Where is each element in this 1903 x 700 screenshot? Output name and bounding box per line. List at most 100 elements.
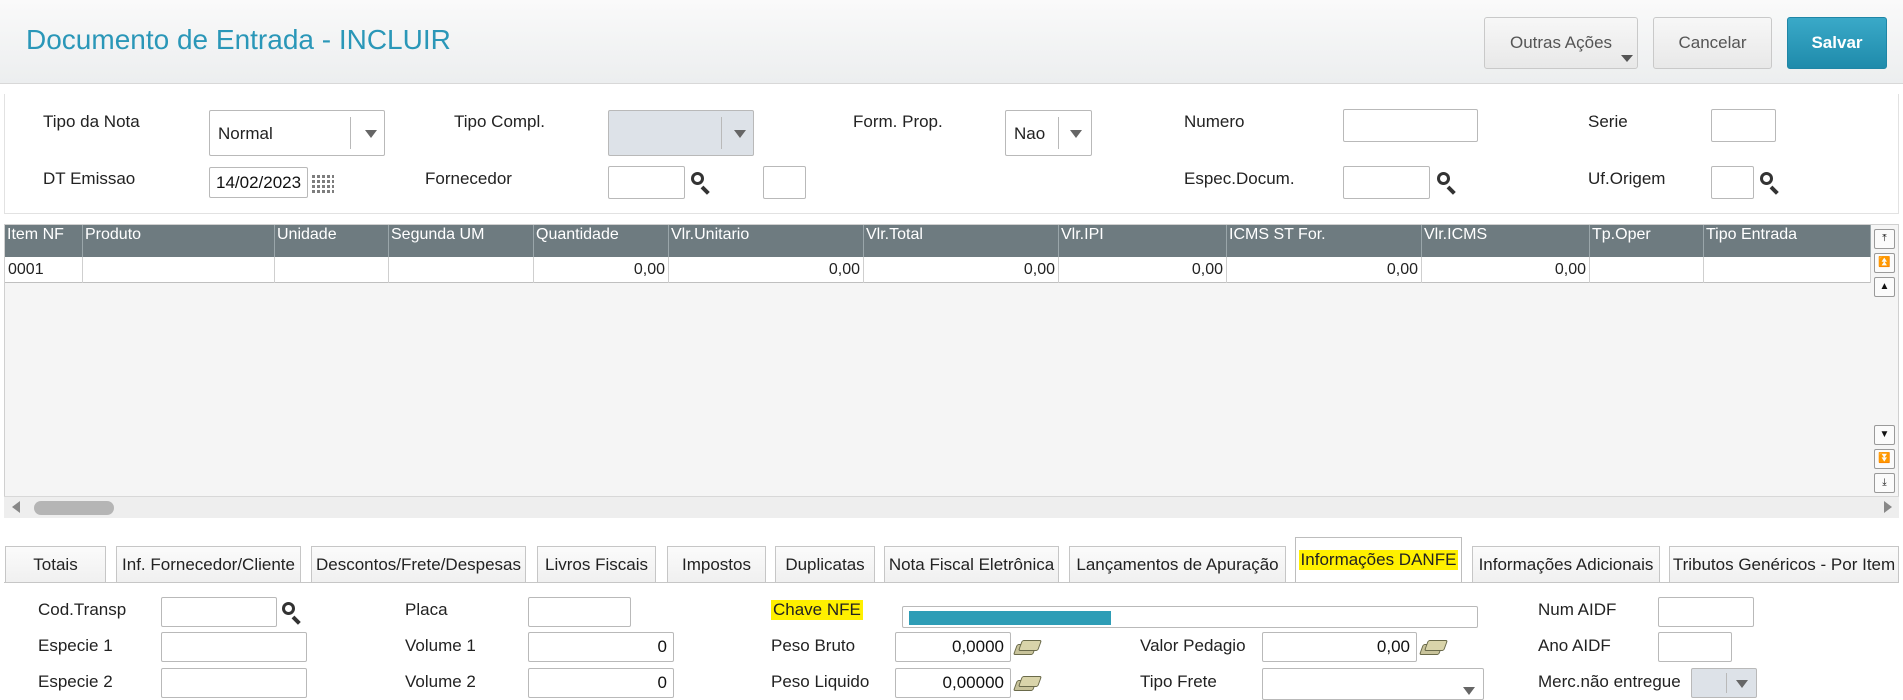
scroll-left-icon[interactable]: [12, 501, 20, 513]
peso-bruto-input[interactable]: 0,0000: [895, 632, 1011, 662]
espec-docum-input[interactable]: [1343, 166, 1430, 199]
horizontal-scrollbar[interactable]: [4, 496, 1899, 518]
tabs-baseline: [4, 582, 1899, 583]
tab-livros-fiscais[interactable]: Livros Fiscais: [537, 546, 656, 582]
fornecedor-input[interactable]: [608, 166, 685, 199]
tab-duplicatas[interactable]: Duplicatas: [775, 546, 875, 582]
uf-origem-label: Uf.Origem: [1588, 169, 1666, 188]
column-header[interactable]: Tp.Oper: [1590, 225, 1704, 257]
calculator-money-icon[interactable]: [1418, 640, 1449, 656]
grid-cell[interactable]: 0,00: [864, 257, 1059, 283]
volume1-input[interactable]: 0: [528, 632, 674, 662]
grid-cell[interactable]: [83, 257, 275, 283]
peso-liquido-input[interactable]: 0,00000: [895, 668, 1011, 698]
table-row[interactable]: 0001 0,00 0,00 0,00 0,00 0,00 0,00: [5, 257, 1871, 283]
valor-pedagio-input[interactable]: 0,00: [1262, 632, 1417, 662]
chevron-down-icon: [734, 130, 746, 138]
column-header[interactable]: Vlr.Total: [864, 225, 1059, 257]
column-header[interactable]: Quantidade: [534, 225, 669, 257]
column-header[interactable]: Vlr.ICMS: [1422, 225, 1590, 257]
placa-label: Placa: [405, 600, 448, 619]
tab-impostos[interactable]: Impostos: [667, 546, 766, 582]
form-prop-select[interactable]: Nao: [1005, 110, 1092, 156]
uf-origem-input[interactable]: [1711, 166, 1754, 199]
search-icon[interactable]: [690, 171, 712, 195]
scroll-down-icon[interactable]: ▼: [1874, 425, 1895, 445]
form-prop-value: Nao: [1014, 124, 1046, 143]
search-icon[interactable]: [281, 601, 303, 625]
grid-cell[interactable]: 0,00: [669, 257, 864, 283]
especie1-input[interactable]: [161, 632, 307, 662]
grid-cell[interactable]: 0,00: [1227, 257, 1422, 283]
tab-totais[interactable]: Totais: [5, 546, 106, 582]
tab-lancamentos-apuracao[interactable]: Lançamentos de Apuração: [1069, 546, 1286, 582]
cod-transp-input[interactable]: [161, 597, 277, 627]
tab-label: Informações DANFE: [1298, 550, 1459, 570]
tab-label: Lançamentos de Apuração: [1076, 554, 1279, 574]
calculator-money-icon[interactable]: [1012, 640, 1043, 656]
scroll-bottom-icon[interactable]: ⤓: [1874, 473, 1895, 493]
search-icon[interactable]: [1436, 171, 1458, 195]
serie-input[interactable]: [1711, 109, 1776, 142]
other-actions-button[interactable]: Outras Ações: [1484, 17, 1638, 69]
column-header[interactable]: Tipo Entrada: [1704, 225, 1871, 257]
search-icon[interactable]: [1759, 171, 1781, 195]
column-header[interactable]: Unidade: [275, 225, 389, 257]
tab-nota-fiscal-eletronica[interactable]: Nota Fiscal Eletrônica: [884, 546, 1059, 582]
page-title: Documento de Entrada - INCLUIR: [26, 24, 451, 55]
vertical-scrollbar[interactable]: ⤒ ⏫ ▲ ▼ ⏬ ⤓: [1871, 225, 1898, 499]
num-aidf-input[interactable]: [1658, 597, 1754, 627]
tab-informacoes-adicionais[interactable]: Informações Adicionais: [1472, 546, 1660, 582]
numero-label: Numero: [1184, 112, 1245, 131]
tab-informacoes-danfe[interactable]: Informações DANFE: [1295, 537, 1462, 582]
column-header[interactable]: Item NF: [5, 225, 83, 257]
grid-cell[interactable]: 0001: [5, 257, 83, 283]
scroll-right-icon[interactable]: [1884, 501, 1892, 513]
scroll-page-up-icon[interactable]: ⏫: [1874, 253, 1895, 273]
column-header[interactable]: Vlr.Unitario: [669, 225, 864, 257]
chevron-down-icon: [1463, 687, 1475, 695]
grid-cell[interactable]: 0,00: [534, 257, 669, 283]
dt-emissao-input[interactable]: 14/02/2023: [209, 167, 308, 198]
scroll-top-icon[interactable]: ⤒: [1874, 229, 1895, 249]
numero-input[interactable]: [1343, 109, 1478, 142]
tab-descontos-frete-despesas[interactable]: Descontos/Frete/Despesas: [311, 546, 526, 582]
tab-inf-fornecedor-cliente[interactable]: Inf. Fornecedor/Cliente: [116, 546, 301, 582]
tipo-frete-select[interactable]: [1262, 668, 1484, 700]
tab-label: Totais: [33, 554, 78, 574]
cancel-button[interactable]: Cancelar: [1653, 17, 1772, 69]
grid-cell[interactable]: [1704, 257, 1871, 283]
save-label: Salvar: [1811, 33, 1863, 52]
grid-cell[interactable]: [389, 257, 534, 283]
tipo-compl-select[interactable]: [608, 110, 754, 156]
tipo-nota-select[interactable]: Normal: [209, 110, 385, 156]
calculator-money-icon[interactable]: [1012, 676, 1043, 692]
especie2-input[interactable]: [161, 668, 307, 698]
tab-tributos-genericos[interactable]: Tributos Genéricos - Por Item: [1669, 546, 1899, 582]
scroll-up-icon[interactable]: ▲: [1874, 277, 1895, 297]
ano-aidf-label: Ano AIDF: [1538, 636, 1611, 655]
grid-cell[interactable]: 0,00: [1422, 257, 1590, 283]
tab-label: Descontos/Frete/Despesas: [315, 554, 522, 574]
grid-header: Item NF Produto Unidade Segunda UM Quant…: [5, 225, 1871, 257]
column-header[interactable]: Segunda UM: [389, 225, 534, 257]
grid-cell[interactable]: [275, 257, 389, 283]
grid-cell[interactable]: [1590, 257, 1704, 283]
fornecedor-loja-input[interactable]: [763, 166, 806, 199]
volume2-input[interactable]: 0: [528, 668, 674, 698]
chave-nfe-progress-fill: [909, 611, 1111, 625]
placa-input[interactable]: [528, 597, 631, 627]
column-header[interactable]: Vlr.IPI: [1059, 225, 1227, 257]
scroll-page-down-icon[interactable]: ⏬: [1874, 449, 1895, 469]
column-header[interactable]: ICMS ST For.: [1227, 225, 1422, 257]
items-grid[interactable]: Item NF Produto Unidade Segunda UM Quant…: [4, 224, 1899, 500]
save-button[interactable]: Salvar: [1787, 17, 1887, 69]
merc-nao-entregue-select[interactable]: [1691, 668, 1757, 698]
calendar-icon[interactable]: [312, 173, 334, 193]
ano-aidf-input[interactable]: [1658, 632, 1732, 662]
especie2-label: Especie 2: [38, 672, 113, 691]
scroll-thumb[interactable]: [34, 501, 114, 515]
cod-transp-label: Cod.Transp: [38, 600, 127, 619]
column-header[interactable]: Produto: [83, 225, 275, 257]
grid-cell[interactable]: 0,00: [1059, 257, 1227, 283]
